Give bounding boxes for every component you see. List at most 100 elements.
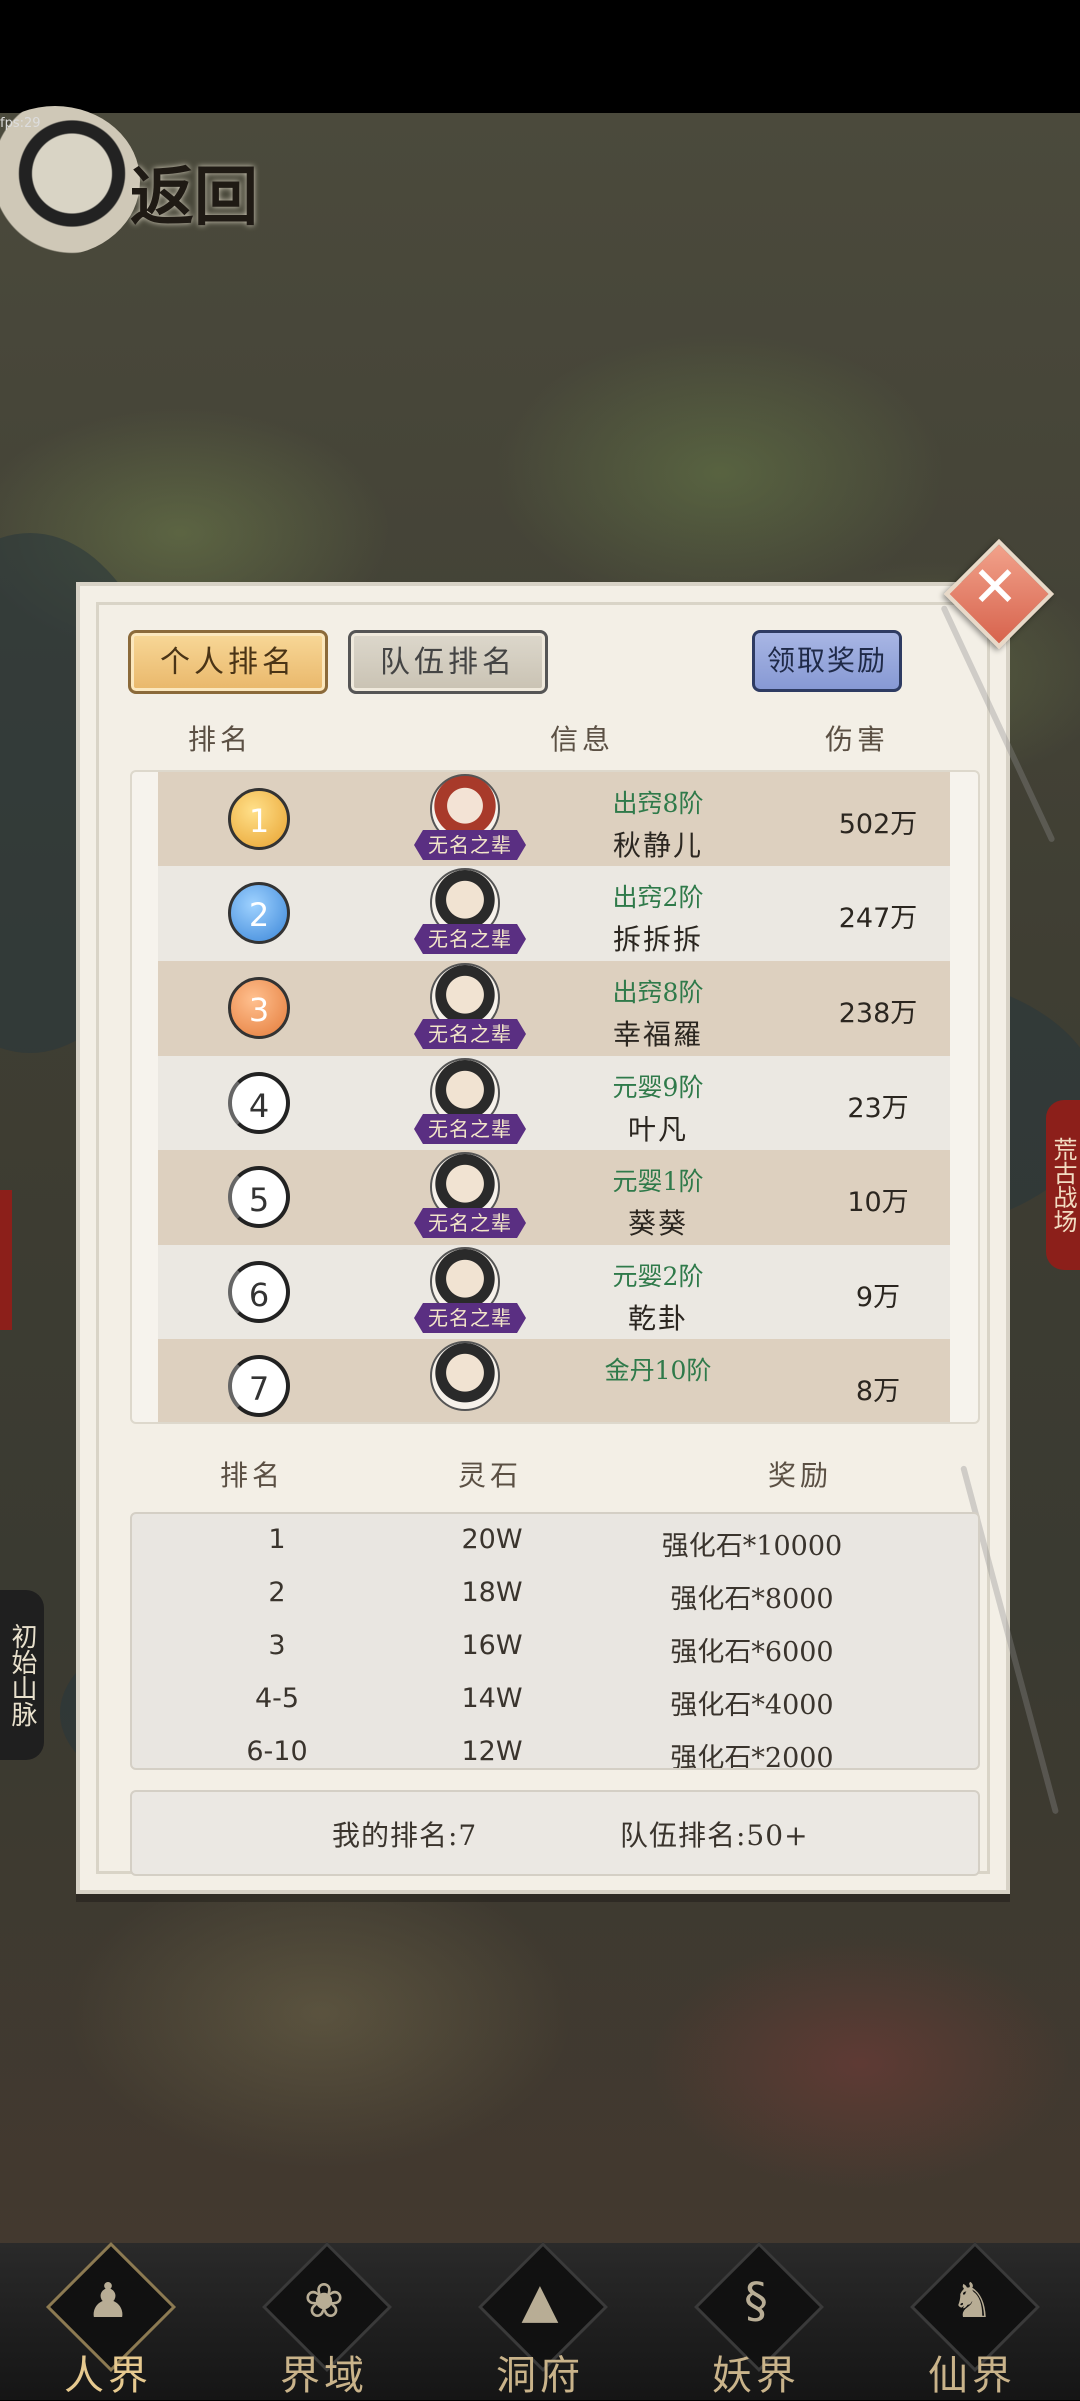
rank-medal: 7 — [228, 1355, 290, 1417]
player-name: 叶凡 — [627, 1113, 688, 1146]
reward-item: 强化石*10000 — [661, 1531, 843, 1562]
serpent-icon: § — [744, 2273, 768, 2329]
title-badge: 无名之辈 — [414, 1019, 526, 1049]
player-damage: 238万 — [838, 998, 918, 1029]
reward-header-reward: 奖励 — [768, 1459, 833, 1492]
player-realm: 出窍2阶 — [612, 883, 704, 912]
ranking-list[interactable]: 1 无名之辈 出窍8阶 秋静儿 502万 2 无名之辈 出窍2阶 拆拆拆 247… — [130, 770, 980, 1424]
reward-rank: 4-5 — [254, 1683, 300, 1714]
avatar[interactable] — [430, 1341, 500, 1411]
location-tab-right[interactable]: 荒古战场 — [1046, 1100, 1080, 1270]
player-name: 幸福羅 — [612, 1018, 703, 1051]
reward-table[interactable]: 1 20W 强化石*10000 2 18W 强化石*8000 3 16W 强化石… — [130, 1512, 980, 1770]
player-damage: 9万 — [855, 1282, 901, 1313]
reward-row: 1 20W 强化石*10000 — [132, 1514, 978, 1567]
rank-medal: 2 — [228, 882, 290, 944]
title-badge: 无名之辈 — [414, 830, 526, 860]
back-button[interactable]: 返回 — [0, 106, 280, 276]
reward-rank: 6-10 — [246, 1736, 308, 1767]
player-realm: 元婴9阶 — [612, 1073, 704, 1102]
player-realm: 金丹10阶 — [604, 1356, 712, 1385]
tab-team-rank[interactable]: 队伍排名 — [348, 630, 548, 694]
reward-stone: 14W — [461, 1683, 523, 1714]
rank-medal: 1 — [228, 788, 290, 850]
location-tab-left[interactable]: 初始山脉 — [0, 1590, 44, 1760]
reward-stone: 20W — [461, 1524, 523, 1555]
reward-rank: 3 — [268, 1630, 286, 1661]
rank-row[interactable]: 5 无名之辈 元婴1阶 葵葵 10万 — [158, 1150, 950, 1246]
back-label: 返回 — [130, 160, 258, 235]
bottom-nav: ♟ 人界 ❀ 界域 ▲ 洞府 § 妖界 ♞ 仙界 — [0, 2241, 1080, 2400]
reward-stone: 18W — [461, 1577, 523, 1608]
nav-label: 界域 — [280, 2353, 368, 2399]
player-name: 秋静儿 — [612, 829, 703, 862]
rank-row[interactable]: 3 无名之辈 出窍8阶 幸福羅 238万 — [158, 961, 950, 1057]
nav-item-demon-realm[interactable]: § 妖界 — [681, 2241, 831, 2400]
reward-item: 强化石*6000 — [670, 1637, 834, 1668]
reward-stone: 16W — [461, 1630, 523, 1661]
header-damage: 伤害 — [825, 723, 890, 756]
rank-medal: 4 — [228, 1072, 290, 1134]
title-badge: 无名之辈 — [414, 924, 526, 954]
rank-medal: 3 — [228, 977, 290, 1039]
reward-stone: 12W — [461, 1736, 523, 1767]
player-damage: 10万 — [847, 1187, 909, 1218]
tab-personal-rank[interactable]: 个人排名 — [128, 630, 328, 694]
title-badge: 无名之辈 — [414, 1208, 526, 1238]
nav-item-domain[interactable]: ❀ 界域 — [249, 2241, 399, 2400]
team-rank: 队伍排名:50+ — [620, 1819, 809, 1852]
player-damage: 23万 — [847, 1093, 909, 1124]
ranking-dialog: 个人排名 队伍排名 领取奖励 排名 信息 伤害 1 无名之辈 出窍8阶 秋静儿 … — [76, 582, 1060, 1894]
rank-row[interactable]: 7 金丹10阶 8万 — [158, 1339, 950, 1422]
reward-row: 6-10 12W 强化石*2000 — [132, 1726, 978, 1770]
status-bar — [0, 0, 1080, 113]
player-name: 葵葵 — [627, 1207, 688, 1240]
nav-item-human-realm[interactable]: ♟ 人界 — [33, 2241, 183, 2400]
player-name: 乾卦 — [627, 1302, 688, 1335]
reward-item: 强化石*4000 — [670, 1690, 834, 1721]
person-icon: ♟ — [86, 2273, 130, 2329]
title-badge: 无名之辈 — [414, 1303, 526, 1333]
reward-item: 强化石*2000 — [670, 1743, 834, 1770]
rank-row[interactable]: 6 无名之辈 元婴2阶 乾卦 9万 — [158, 1245, 950, 1341]
rank-medal: 6 — [228, 1261, 290, 1323]
nav-item-immortal-realm[interactable]: ♞ 仙界 — [897, 2241, 1047, 2400]
nav-item-cave[interactable]: ▲ 洞府 — [465, 2241, 615, 2400]
reward-rank: 2 — [268, 1577, 286, 1608]
header-rank: 排名 — [188, 723, 253, 756]
fps-counter: fps:29 — [0, 116, 41, 131]
rank-row[interactable]: 4 无名之辈 元婴9阶 叶凡 23万 — [158, 1056, 950, 1152]
nav-label: 洞府 — [496, 2353, 584, 2399]
title-badge: 无名之辈 — [414, 1114, 526, 1144]
close-icon: ✕ — [971, 555, 1019, 620]
lotus-icon: ❀ — [303, 2273, 345, 2329]
rank-row[interactable]: 1 无名之辈 出窍8阶 秋静儿 502万 — [158, 772, 950, 868]
reward-row: 2 18W 强化石*8000 — [132, 1567, 978, 1620]
mountain-icon: ▲ — [521, 2273, 559, 2329]
reward-row: 3 16W 强化石*6000 — [132, 1620, 978, 1673]
player-realm: 元婴1阶 — [612, 1167, 704, 1196]
close-button[interactable]: ✕ — [943, 538, 1055, 650]
my-rank: 我的排名:7 — [332, 1819, 478, 1852]
nav-label: 妖界 — [712, 2353, 800, 2399]
reward-header-stone: 灵石 — [458, 1459, 523, 1492]
reward-item: 强化石*8000 — [670, 1584, 834, 1615]
reward-rank: 1 — [268, 1524, 286, 1555]
player-damage: 8万 — [855, 1376, 901, 1407]
player-realm: 元婴2阶 — [612, 1262, 704, 1291]
immortal-icon: ♞ — [950, 2273, 994, 2329]
claim-reward-button[interactable]: 领取奖励 — [752, 630, 902, 692]
header-info: 信息 — [550, 723, 615, 756]
rank-medal: 5 — [228, 1166, 290, 1228]
reward-header-rank: 排名 — [220, 1459, 285, 1492]
player-damage: 247万 — [838, 903, 918, 934]
nav-label: 人界 — [64, 2353, 152, 2399]
my-rank-panel: 我的排名:7 队伍排名:50+ — [130, 1790, 980, 1876]
reward-row: 4-5 14W 强化石*4000 — [132, 1673, 978, 1726]
side-tab-edge — [0, 1190, 12, 1330]
player-damage: 502万 — [838, 809, 918, 840]
player-realm: 出窍8阶 — [612, 978, 704, 1007]
player-name: 拆拆拆 — [612, 923, 703, 956]
nav-label: 仙界 — [928, 2353, 1016, 2399]
rank-row[interactable]: 2 无名之辈 出窍2阶 拆拆拆 247万 — [158, 866, 950, 962]
